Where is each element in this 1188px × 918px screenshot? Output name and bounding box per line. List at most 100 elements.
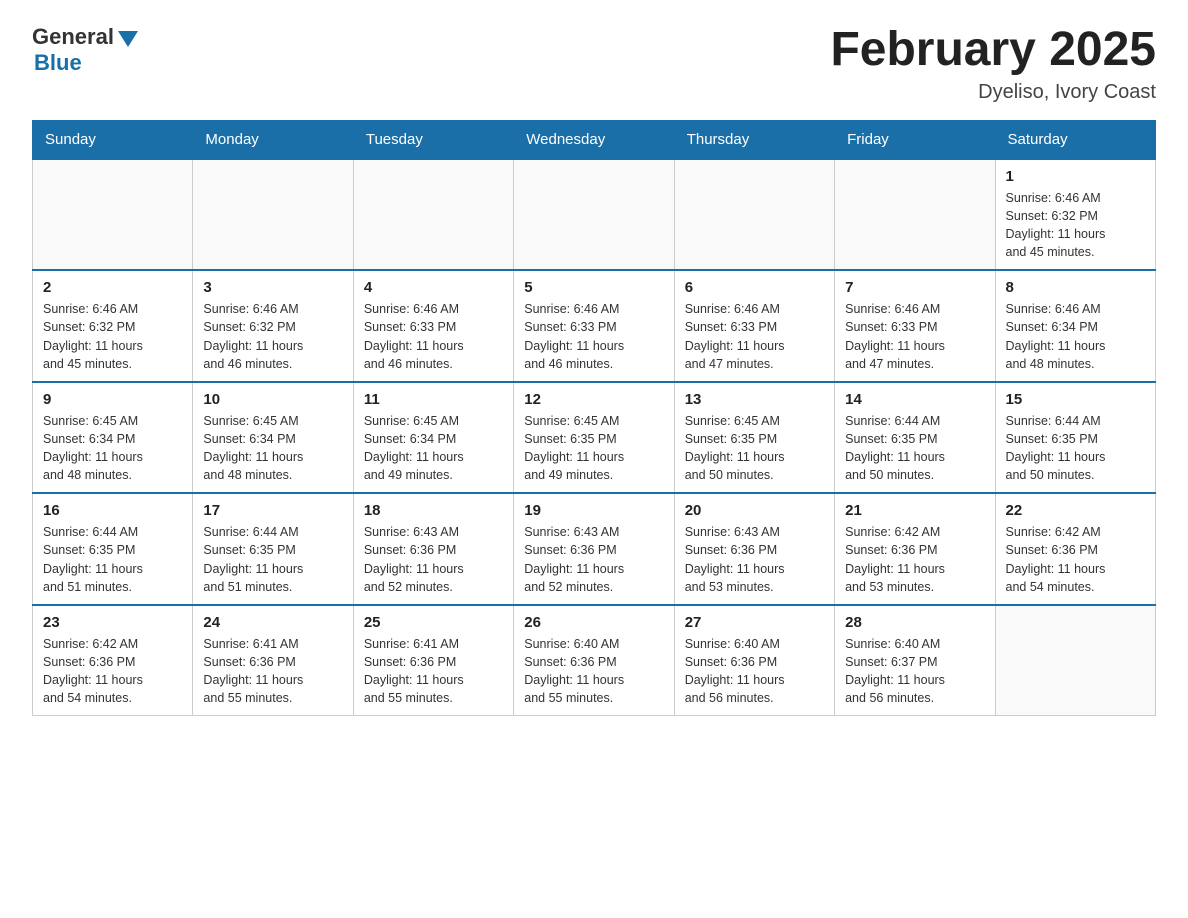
header-monday: Monday [193,120,353,159]
day-info: Sunrise: 6:44 AMSunset: 6:35 PMDaylight:… [43,523,182,596]
calendar-cell-w0-d0 [33,159,193,271]
day-number: 7 [845,279,984,296]
day-number: 2 [43,279,182,296]
logo: General Blue [32,24,138,76]
calendar-cell-w1-d4: 6 Sunrise: 6:46 AMSunset: 6:33 PMDaylight… [674,270,834,382]
day-info: Sunrise: 6:43 AMSunset: 6:36 PMDaylight:… [524,523,663,596]
day-info: Sunrise: 6:40 AMSunset: 6:36 PMDaylight:… [524,635,663,708]
day-info: Sunrise: 6:46 AMSunset: 6:33 PMDaylight:… [685,300,824,373]
day-info: Sunrise: 6:41 AMSunset: 6:36 PMDaylight:… [364,635,503,708]
calendar-cell-w1-d2: 4 Sunrise: 6:46 AMSunset: 6:33 PMDaylight… [353,270,513,382]
day-number: 25 [364,614,503,631]
calendar-cell-w3-d4: 20 Sunrise: 6:43 AMSunset: 6:36 PMDayligh… [674,493,834,605]
day-number: 19 [524,502,663,519]
calendar-cell-w3-d5: 21 Sunrise: 6:42 AMSunset: 6:36 PMDayligh… [835,493,995,605]
day-number: 17 [203,502,342,519]
day-number: 3 [203,279,342,296]
day-number: 9 [43,391,182,408]
calendar-cell-w0-d3 [514,159,674,271]
day-info: Sunrise: 6:45 AMSunset: 6:35 PMDaylight:… [685,412,824,485]
day-number: 26 [524,614,663,631]
day-number: 28 [845,614,984,631]
calendar-cell-w3-d6: 22 Sunrise: 6:42 AMSunset: 6:36 PMDayligh… [995,493,1155,605]
calendar-cell-w4-d5: 28 Sunrise: 6:40 AMSunset: 6:37 PMDayligh… [835,605,995,716]
day-info: Sunrise: 6:40 AMSunset: 6:36 PMDaylight:… [685,635,824,708]
location-label: Dyeliso, Ivory Coast [830,81,1156,104]
day-info: Sunrise: 6:42 AMSunset: 6:36 PMDaylight:… [845,523,984,596]
calendar-cell-w3-d2: 18Sunrise: 6:43 AMSunset: 6:36 PMDayligh… [353,493,513,605]
title-section: February 2025 Dyeliso, Ivory Coast [830,24,1156,104]
day-number: 20 [685,502,824,519]
calendar-cell-w0-d4 [674,159,834,271]
day-info: Sunrise: 6:44 AMSunset: 6:35 PMDaylight:… [1006,412,1145,485]
day-info: Sunrise: 6:40 AMSunset: 6:37 PMDaylight:… [845,635,984,708]
calendar-header-row: Sunday Monday Tuesday Wednesday Thursday… [33,120,1156,159]
day-info: Sunrise: 6:43 AMSunset: 6:36 PMDaylight:… [685,523,824,596]
calendar-cell-w0-d2 [353,159,513,271]
calendar-week-row-1: 2 Sunrise: 6:46 AMSunset: 6:32 PMDaylight… [33,270,1156,382]
calendar-table: Sunday Monday Tuesday Wednesday Thursday… [32,120,1156,717]
day-number: 13 [685,391,824,408]
day-info: Sunrise: 6:46 AMSunset: 6:33 PMDaylight:… [364,300,503,373]
calendar-week-row-2: 9 Sunrise: 6:45 AMSunset: 6:34 PMDaylight… [33,382,1156,494]
calendar-week-row-3: 16Sunrise: 6:44 AMSunset: 6:35 PMDayligh… [33,493,1156,605]
day-info: Sunrise: 6:46 AMSunset: 6:33 PMDaylight:… [845,300,984,373]
day-number: 22 [1006,502,1145,519]
calendar-cell-w4-d0: 23 Sunrise: 6:42 AMSunset: 6:36 PMDayligh… [33,605,193,716]
day-number: 15 [1006,391,1145,408]
day-number: 27 [685,614,824,631]
calendar-cell-w4-d3: 26 Sunrise: 6:40 AMSunset: 6:36 PMDayligh… [514,605,674,716]
day-number: 23 [43,614,182,631]
calendar-cell-w2-d2: 11 Sunrise: 6:45 AMSunset: 6:34 PMDayligh… [353,382,513,494]
calendar-cell-w2-d3: 12 Sunrise: 6:45 AMSunset: 6:35 PMDayligh… [514,382,674,494]
day-info: Sunrise: 6:46 AMSunset: 6:33 PMDaylight:… [524,300,663,373]
day-number: 5 [524,279,663,296]
day-number: 12 [524,391,663,408]
day-number: 4 [364,279,503,296]
calendar-cell-w3-d1: 17Sunrise: 6:44 AMSunset: 6:35 PMDayligh… [193,493,353,605]
calendar-cell-w4-d4: 27 Sunrise: 6:40 AMSunset: 6:36 PMDayligh… [674,605,834,716]
calendar-cell-w2-d0: 9 Sunrise: 6:45 AMSunset: 6:34 PMDaylight… [33,382,193,494]
header-friday: Friday [835,120,995,159]
day-number: 1 [1006,168,1145,185]
day-number: 6 [685,279,824,296]
day-info: Sunrise: 6:46 AMSunset: 6:32 PMDaylight:… [43,300,182,373]
calendar-cell-w4-d2: 25 Sunrise: 6:41 AMSunset: 6:36 PMDayligh… [353,605,513,716]
day-info: Sunrise: 6:45 AMSunset: 6:34 PMDaylight:… [43,412,182,485]
day-number: 14 [845,391,984,408]
header-saturday: Saturday [995,120,1155,159]
day-info: Sunrise: 6:45 AMSunset: 6:35 PMDaylight:… [524,412,663,485]
calendar-cell-w4-d6 [995,605,1155,716]
header-sunday: Sunday [33,120,193,159]
logo-blue-text: Blue [34,50,82,76]
day-number: 21 [845,502,984,519]
month-title: February 2025 [830,24,1156,77]
logo-arrow-icon [118,31,138,47]
logo-general-text: General [32,24,114,50]
day-info: Sunrise: 6:46 AMSunset: 6:32 PMDaylight:… [1006,189,1145,262]
day-info: Sunrise: 6:44 AMSunset: 6:35 PMDaylight:… [845,412,984,485]
calendar-cell-w1-d1: 3 Sunrise: 6:46 AMSunset: 6:32 PMDaylight… [193,270,353,382]
calendar-cell-w0-d6: 1 Sunrise: 6:46 AMSunset: 6:32 PMDaylight… [995,159,1155,271]
header-wednesday: Wednesday [514,120,674,159]
calendar-week-row-4: 23 Sunrise: 6:42 AMSunset: 6:36 PMDayligh… [33,605,1156,716]
day-info: Sunrise: 6:46 AMSunset: 6:34 PMDaylight:… [1006,300,1145,373]
calendar-cell-w4-d1: 24Sunrise: 6:41 AMSunset: 6:36 PMDayligh… [193,605,353,716]
day-info: Sunrise: 6:42 AMSunset: 6:36 PMDaylight:… [1006,523,1145,596]
day-info: Sunrise: 6:42 AMSunset: 6:36 PMDaylight:… [43,635,182,708]
day-number: 11 [364,391,503,408]
calendar-cell-w2-d1: 10 Sunrise: 6:45 AMSunset: 6:34 PMDayligh… [193,382,353,494]
page-header: General Blue February 2025 Dyeliso, Ivor… [32,24,1156,104]
day-info: Sunrise: 6:45 AMSunset: 6:34 PMDaylight:… [364,412,503,485]
calendar-cell-w1-d6: 8Sunrise: 6:46 AMSunset: 6:34 PMDaylight… [995,270,1155,382]
calendar-cell-w0-d5 [835,159,995,271]
calendar-cell-w2-d5: 14 Sunrise: 6:44 AMSunset: 6:35 PMDayligh… [835,382,995,494]
day-info: Sunrise: 6:46 AMSunset: 6:32 PMDaylight:… [203,300,342,373]
calendar-cell-w0-d1 [193,159,353,271]
calendar-cell-w1-d0: 2 Sunrise: 6:46 AMSunset: 6:32 PMDaylight… [33,270,193,382]
calendar-cell-w3-d3: 19 Sunrise: 6:43 AMSunset: 6:36 PMDayligh… [514,493,674,605]
day-number: 10 [203,391,342,408]
day-info: Sunrise: 6:45 AMSunset: 6:34 PMDaylight:… [203,412,342,485]
calendar-cell-w2-d4: 13 Sunrise: 6:45 AMSunset: 6:35 PMDayligh… [674,382,834,494]
calendar-cell-w1-d5: 7 Sunrise: 6:46 AMSunset: 6:33 PMDaylight… [835,270,995,382]
